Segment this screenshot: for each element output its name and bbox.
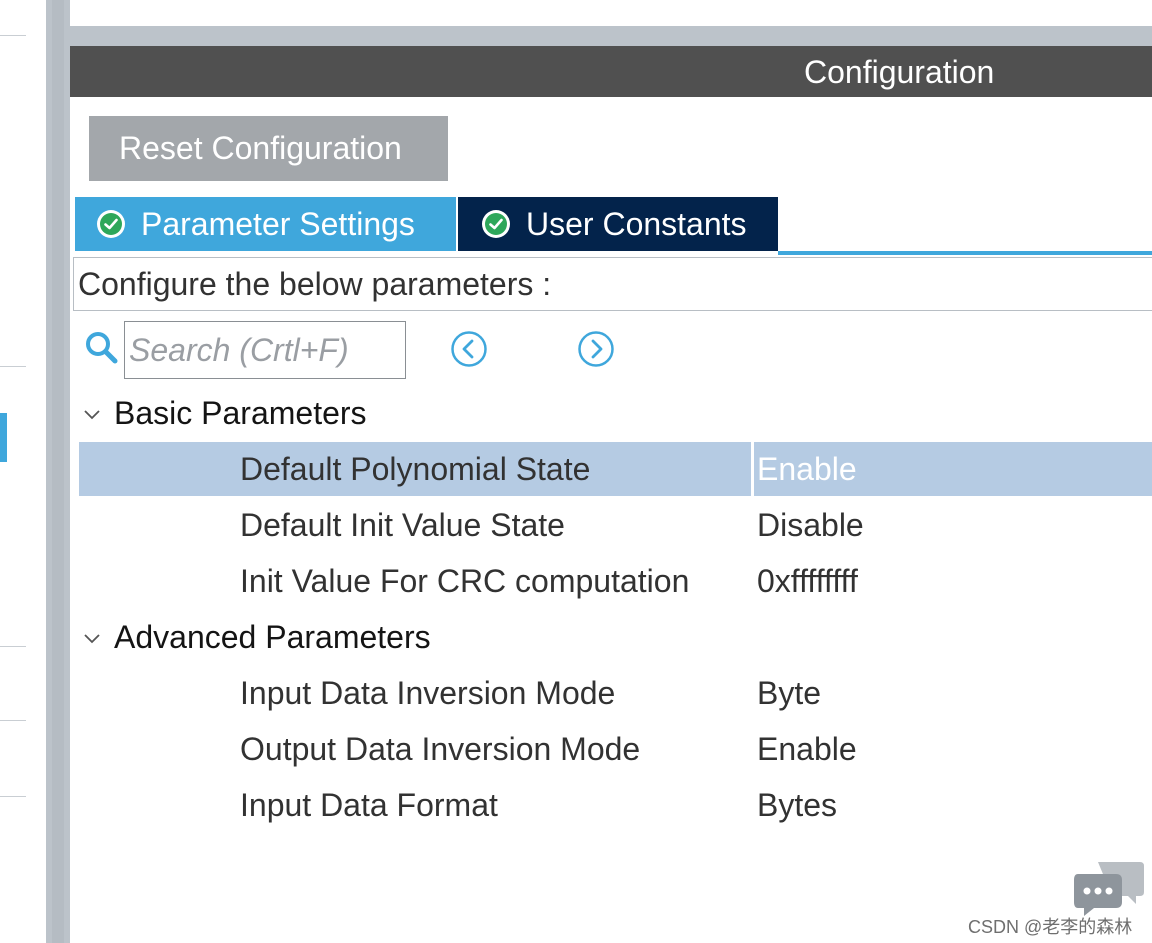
sidebar-divider	[0, 720, 26, 721]
parameter-row-init-value-crc[interactable]: Init Value For CRC computation 0xfffffff…	[79, 554, 1152, 608]
watermark-text: CSDN @老李的森林	[968, 917, 1133, 937]
check-circle-icon	[97, 210, 125, 238]
sidebar-divider	[0, 35, 26, 36]
parameter-row-default-polynomial-state[interactable]: Default Polynomial State Enable	[79, 442, 1152, 496]
group-title: Basic Parameters	[114, 394, 367, 431]
next-match-icon[interactable]	[577, 330, 615, 368]
panel-splitter[interactable]	[46, 0, 70, 943]
column-divider	[751, 442, 754, 496]
chevron-down-icon	[84, 410, 100, 420]
parameter-row-output-data-inversion-mode[interactable]: Output Data Inversion Mode Enable	[79, 722, 1152, 776]
horizontal-splitter[interactable]	[70, 26, 1152, 46]
top-pane	[70, 0, 1152, 26]
tab-label: Parameter Settings	[141, 205, 415, 242]
group-advanced-parameters[interactable]: Advanced Parameters	[82, 612, 431, 662]
parameter-value[interactable]: Enable	[757, 442, 857, 496]
group-title: Advanced Parameters	[114, 618, 431, 655]
search-input[interactable]	[124, 321, 406, 379]
previous-match-icon[interactable]	[450, 330, 488, 368]
parameter-value[interactable]: Disable	[757, 498, 864, 552]
app-window: Configuration Reset Configuration Parame…	[0, 0, 1152, 943]
chat-bubble-icon	[1074, 862, 1144, 916]
parameter-value[interactable]: Bytes	[757, 778, 837, 832]
parameter-value[interactable]: Enable	[757, 722, 857, 776]
sidebar-divider	[0, 796, 26, 797]
sidebar-selection-indicator	[0, 413, 7, 462]
parameter-row-default-init-value-state[interactable]: Default Init Value State Disable	[79, 498, 1152, 552]
parameter-label: Init Value For CRC computation	[240, 563, 690, 599]
parameter-value[interactable]: 0xffffffff	[757, 554, 858, 608]
tab-parameter-settings[interactable]: Parameter Settings	[75, 197, 456, 251]
sidebar-divider	[0, 366, 26, 367]
sidebar-divider	[0, 646, 26, 647]
parameter-label: Output Data Inversion Mode	[240, 731, 641, 767]
description-text: Configure the below parameters :	[78, 265, 552, 302]
tab-label: User Constants	[526, 205, 747, 242]
configuration-title: Configuration	[804, 54, 995, 90]
parameter-row-input-data-inversion-mode[interactable]: Input Data Inversion Mode Byte	[79, 666, 1152, 720]
check-circle-icon	[482, 210, 510, 238]
reset-configuration-button[interactable]: Reset Configuration	[89, 116, 448, 181]
parameter-label: Input Data Inversion Mode	[240, 675, 616, 711]
search-icon	[86, 332, 118, 364]
parameter-label: Default Init Value State	[240, 507, 565, 543]
chevron-down-icon	[84, 634, 100, 644]
tab-user-constants[interactable]: User Constants	[458, 197, 778, 251]
left-sidebar	[0, 0, 46, 943]
parameter-value[interactable]: Byte	[757, 666, 821, 720]
parameter-label: Default Polynomial State	[240, 451, 591, 487]
tab-underline	[778, 251, 1152, 255]
parameter-label: Input Data Format	[240, 787, 498, 823]
group-basic-parameters[interactable]: Basic Parameters	[82, 388, 367, 438]
parameter-row-input-data-format[interactable]: Input Data Format Bytes	[79, 778, 1152, 832]
parameters-description: Configure the below parameters :	[73, 257, 1152, 311]
